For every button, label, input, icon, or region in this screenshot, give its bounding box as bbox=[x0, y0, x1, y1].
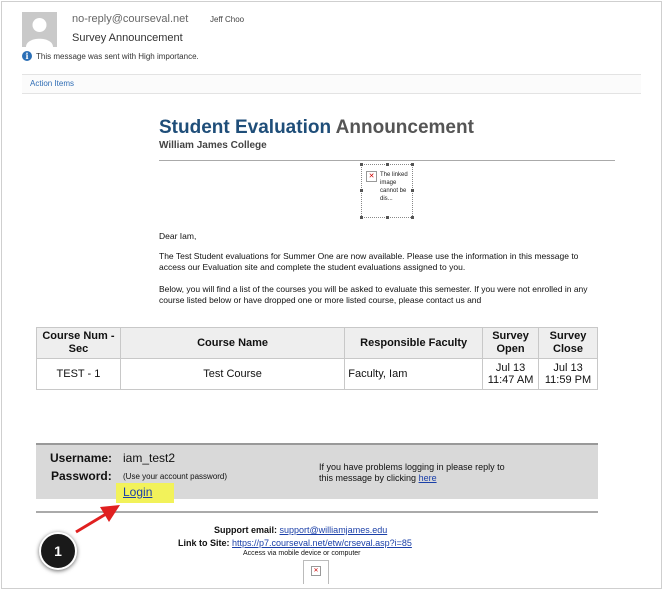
arrow-head bbox=[100, 505, 120, 522]
arrow-line bbox=[75, 512, 107, 534]
step-number-badge: 1 bbox=[39, 532, 77, 570]
annotation-arrow bbox=[75, 505, 120, 534]
